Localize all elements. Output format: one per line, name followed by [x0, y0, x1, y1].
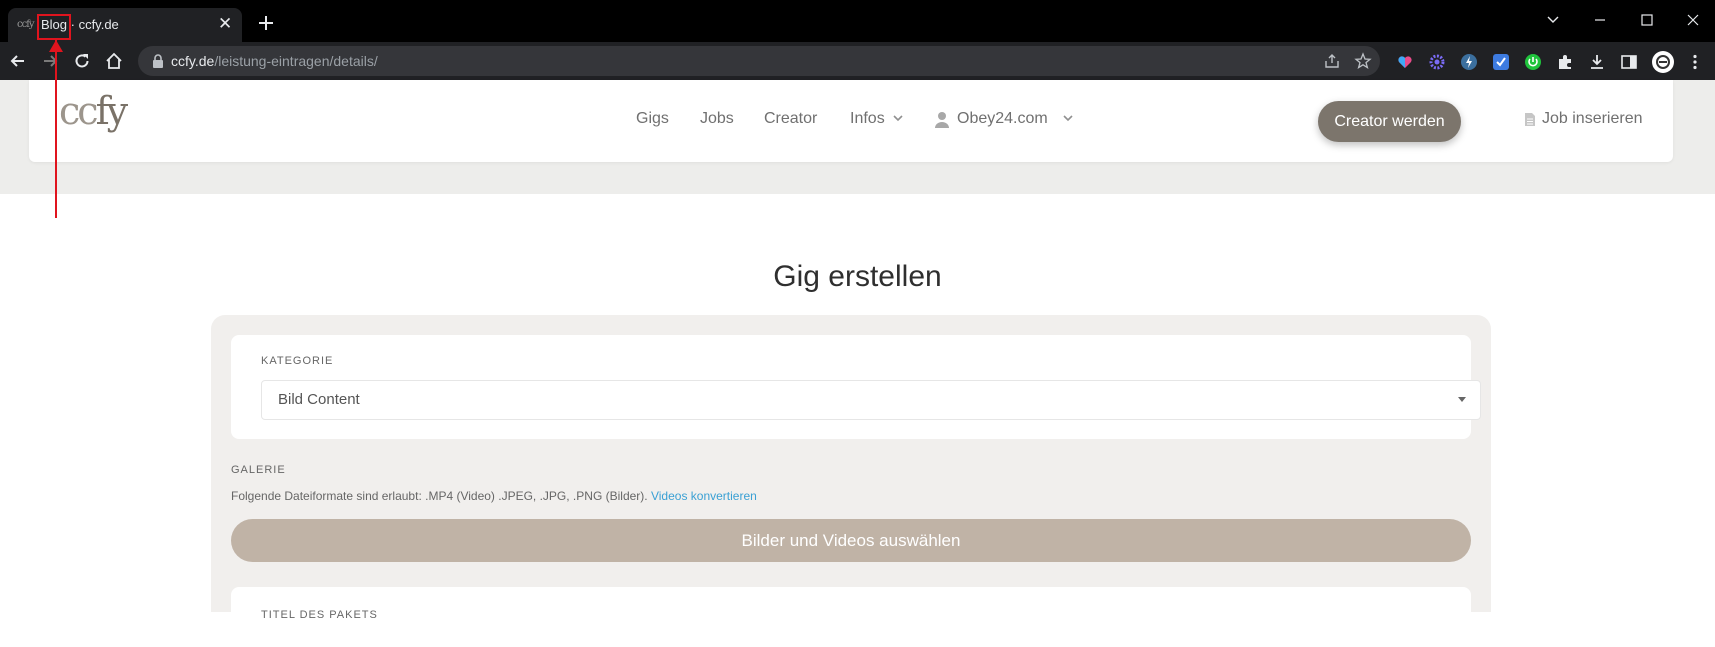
extension-power-icon[interactable]	[1524, 53, 1542, 71]
infos-chevron-down-icon[interactable]	[892, 113, 904, 123]
extensions-puzzle-icon[interactable]	[1556, 53, 1574, 71]
creator-werden-button[interactable]: Creator werden	[1318, 101, 1461, 142]
document-icon	[1525, 113, 1535, 126]
home-icon[interactable]	[104, 51, 124, 71]
nav-infos[interactable]: Infos	[850, 110, 885, 128]
nav-jobs[interactable]: Jobs	[700, 110, 734, 128]
extension-gear-icon[interactable]	[1428, 53, 1446, 71]
extension-bolt-icon[interactable]	[1460, 53, 1478, 71]
back-arrow-icon[interactable]	[8, 51, 28, 71]
side-panel-icon[interactable]	[1620, 53, 1638, 71]
page-title: Gig erstellen	[773, 260, 942, 293]
url-host: ccfy.de	[171, 53, 215, 69]
kategorie-selected-value: Bild Content	[278, 391, 360, 408]
browser-tab-bar: ccfy Blog · ccfy.de ✕	[0, 0, 1715, 42]
paket-card: TITEL DES PAKETS	[231, 587, 1471, 647]
minimize-icon[interactable]	[1585, 8, 1615, 32]
ccfy-logo[interactable]: ccfy	[59, 89, 129, 133]
caret-down-icon	[1458, 397, 1466, 402]
nav-gigs[interactable]: Gigs	[636, 110, 669, 128]
download-icon[interactable]	[1588, 53, 1606, 71]
annotation-highlight-box	[37, 14, 71, 40]
kategorie-select[interactable]: Bild Content	[261, 380, 1481, 420]
lock-icon	[153, 54, 163, 68]
gig-form-panel: KATEGORIE Bild Content GALERIE Folgende …	[211, 315, 1491, 647]
extension-heart-icon[interactable]	[1396, 53, 1414, 71]
galerie-label: GALERIE	[231, 464, 286, 476]
close-window-icon[interactable]	[1678, 8, 1708, 32]
site-header: ccfy Gigs Jobs Creator Infos Obey24.com …	[29, 80, 1673, 162]
upload-media-button[interactable]: Bilder und Videos auswählen	[231, 519, 1471, 562]
more-menu-icon[interactable]	[1686, 53, 1704, 71]
maximize-icon[interactable]	[1632, 8, 1662, 32]
nav-creator[interactable]: Creator	[764, 110, 817, 128]
extension-checkbox-icon[interactable]	[1492, 53, 1510, 71]
browser-toolbar: ccfy.de/leistung-eintragen/details/	[0, 42, 1715, 80]
logo-text-cc: cc	[59, 89, 99, 133]
bookmark-star-icon[interactable]	[1354, 52, 1372, 70]
url-path: /leistung-eintragen/details/	[214, 53, 378, 69]
url-text: ccfy.de/leistung-eintragen/details/	[171, 53, 378, 69]
address-bar[interactable]: ccfy.de/leistung-eintragen/details/	[138, 46, 1380, 76]
job-inserieren-link[interactable]: Job inserieren	[1542, 110, 1643, 128]
forward-arrow-icon[interactable]	[40, 51, 60, 71]
profile-avatar-icon[interactable]	[1651, 50, 1675, 74]
videos-konvertieren-link[interactable]: Videos konvertieren	[651, 489, 757, 503]
logo-text-fy: fy	[95, 89, 129, 133]
tab-favicon: ccfy	[17, 19, 35, 30]
annotation-arrow-line	[55, 40, 57, 218]
paket-title-label: TITEL DES PAKETS	[261, 609, 378, 621]
nav-account[interactable]: Obey24.com	[957, 110, 1048, 128]
kategorie-label: KATEGORIE	[261, 355, 334, 367]
new-tab-icon[interactable]	[256, 13, 276, 33]
share-icon[interactable]	[1323, 52, 1341, 70]
reload-icon[interactable]	[72, 51, 92, 71]
annotation-arrow-head	[49, 40, 63, 52]
tab-close-icon[interactable]: ✕	[218, 15, 232, 32]
user-icon	[935, 112, 949, 128]
galerie-info: Folgende Dateiformate sind erlaubt: .MP4…	[231, 489, 757, 503]
account-chevron-down-icon[interactable]	[1062, 113, 1074, 123]
kategorie-card: KATEGORIE Bild Content	[231, 335, 1481, 439]
galerie-info-text: Folgende Dateiformate sind erlaubt: .MP4…	[231, 489, 648, 503]
tab-search-chevron-icon[interactable]	[1538, 8, 1568, 32]
